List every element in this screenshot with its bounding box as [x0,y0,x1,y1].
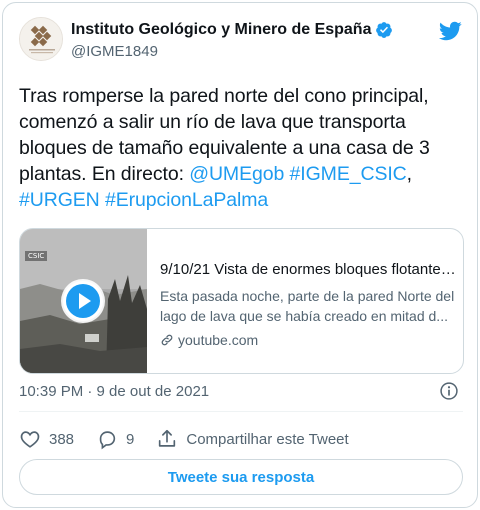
tweet-text: Tras romperse la pared norte del cono pr… [19,85,430,211]
like-count: 388 [49,430,75,448]
tweet-header: Instituto Geológico y Minero de España @… [19,17,463,65]
reply-action[interactable]: 9 [96,428,134,450]
mention-umegob[interactable]: @UMEgob [189,163,284,185]
hashtag-erupcion-la-palma[interactable]: #ErupcionLaPalma [105,189,268,211]
tweet-embed-card: Instituto Geológico y Minero de España @… [2,2,478,508]
link-icon [161,334,173,346]
hashtag-urgen[interactable]: #URGEN [19,189,100,211]
card-description-line-1: Esta pasada noche, parte de la pared Nor… [160,288,455,304]
divider [19,411,463,412]
hashtag-igme-csic[interactable]: #IGME_CSIC [290,163,407,185]
tweet-actions: 388 9 Compartilhar este Tweet [19,427,371,451]
card-title[interactable]: 9/10/21 Vista de enormes bloques flotant… [160,261,456,278]
account-names: Instituto Geológico y Minero de España @… [71,21,393,60]
reply-count: 9 [126,430,135,448]
account-name[interactable]: Instituto Geológico y Minero de España [71,21,371,39]
play-icon[interactable] [63,281,103,321]
youtube-link-card[interactable]: CSIC 9/10/21 Vista de enormes bloques fl… [19,228,464,374]
thumbnail-channel-label: CSIC [25,251,48,261]
like-action[interactable]: 388 [19,428,74,450]
video-thumbnail[interactable]: CSIC [20,229,147,373]
info-icon[interactable] [439,381,459,401]
verified-badge-icon [375,21,393,39]
account-avatar[interactable] [19,17,63,61]
card-description: Esta pasada noche, parte de la pared Nor… [160,286,456,326]
share-icon [159,429,176,447]
share-action[interactable]: Compartilhar este Tweet [156,428,349,450]
account-handle[interactable]: @IGME1849 [71,43,393,60]
tweet-timestamp[interactable]: 10:39 PM · 9 de out de 2021 [19,383,209,400]
share-label: Compartilhar este Tweet [186,430,349,448]
card-text: 9/10/21 Vista de enormes bloques flotant… [160,261,456,348]
reply-button[interactable]: Tweete sua resposta [19,459,463,495]
card-domain: youtube.com [160,332,456,348]
card-domain-text: youtube.com [178,332,259,348]
heart-icon [20,431,40,448]
twitter-bird-icon[interactable] [437,19,463,43]
card-description-line-2: lago de lava que se había creado en mita… [160,308,448,324]
reply-bubble-icon [99,431,116,450]
